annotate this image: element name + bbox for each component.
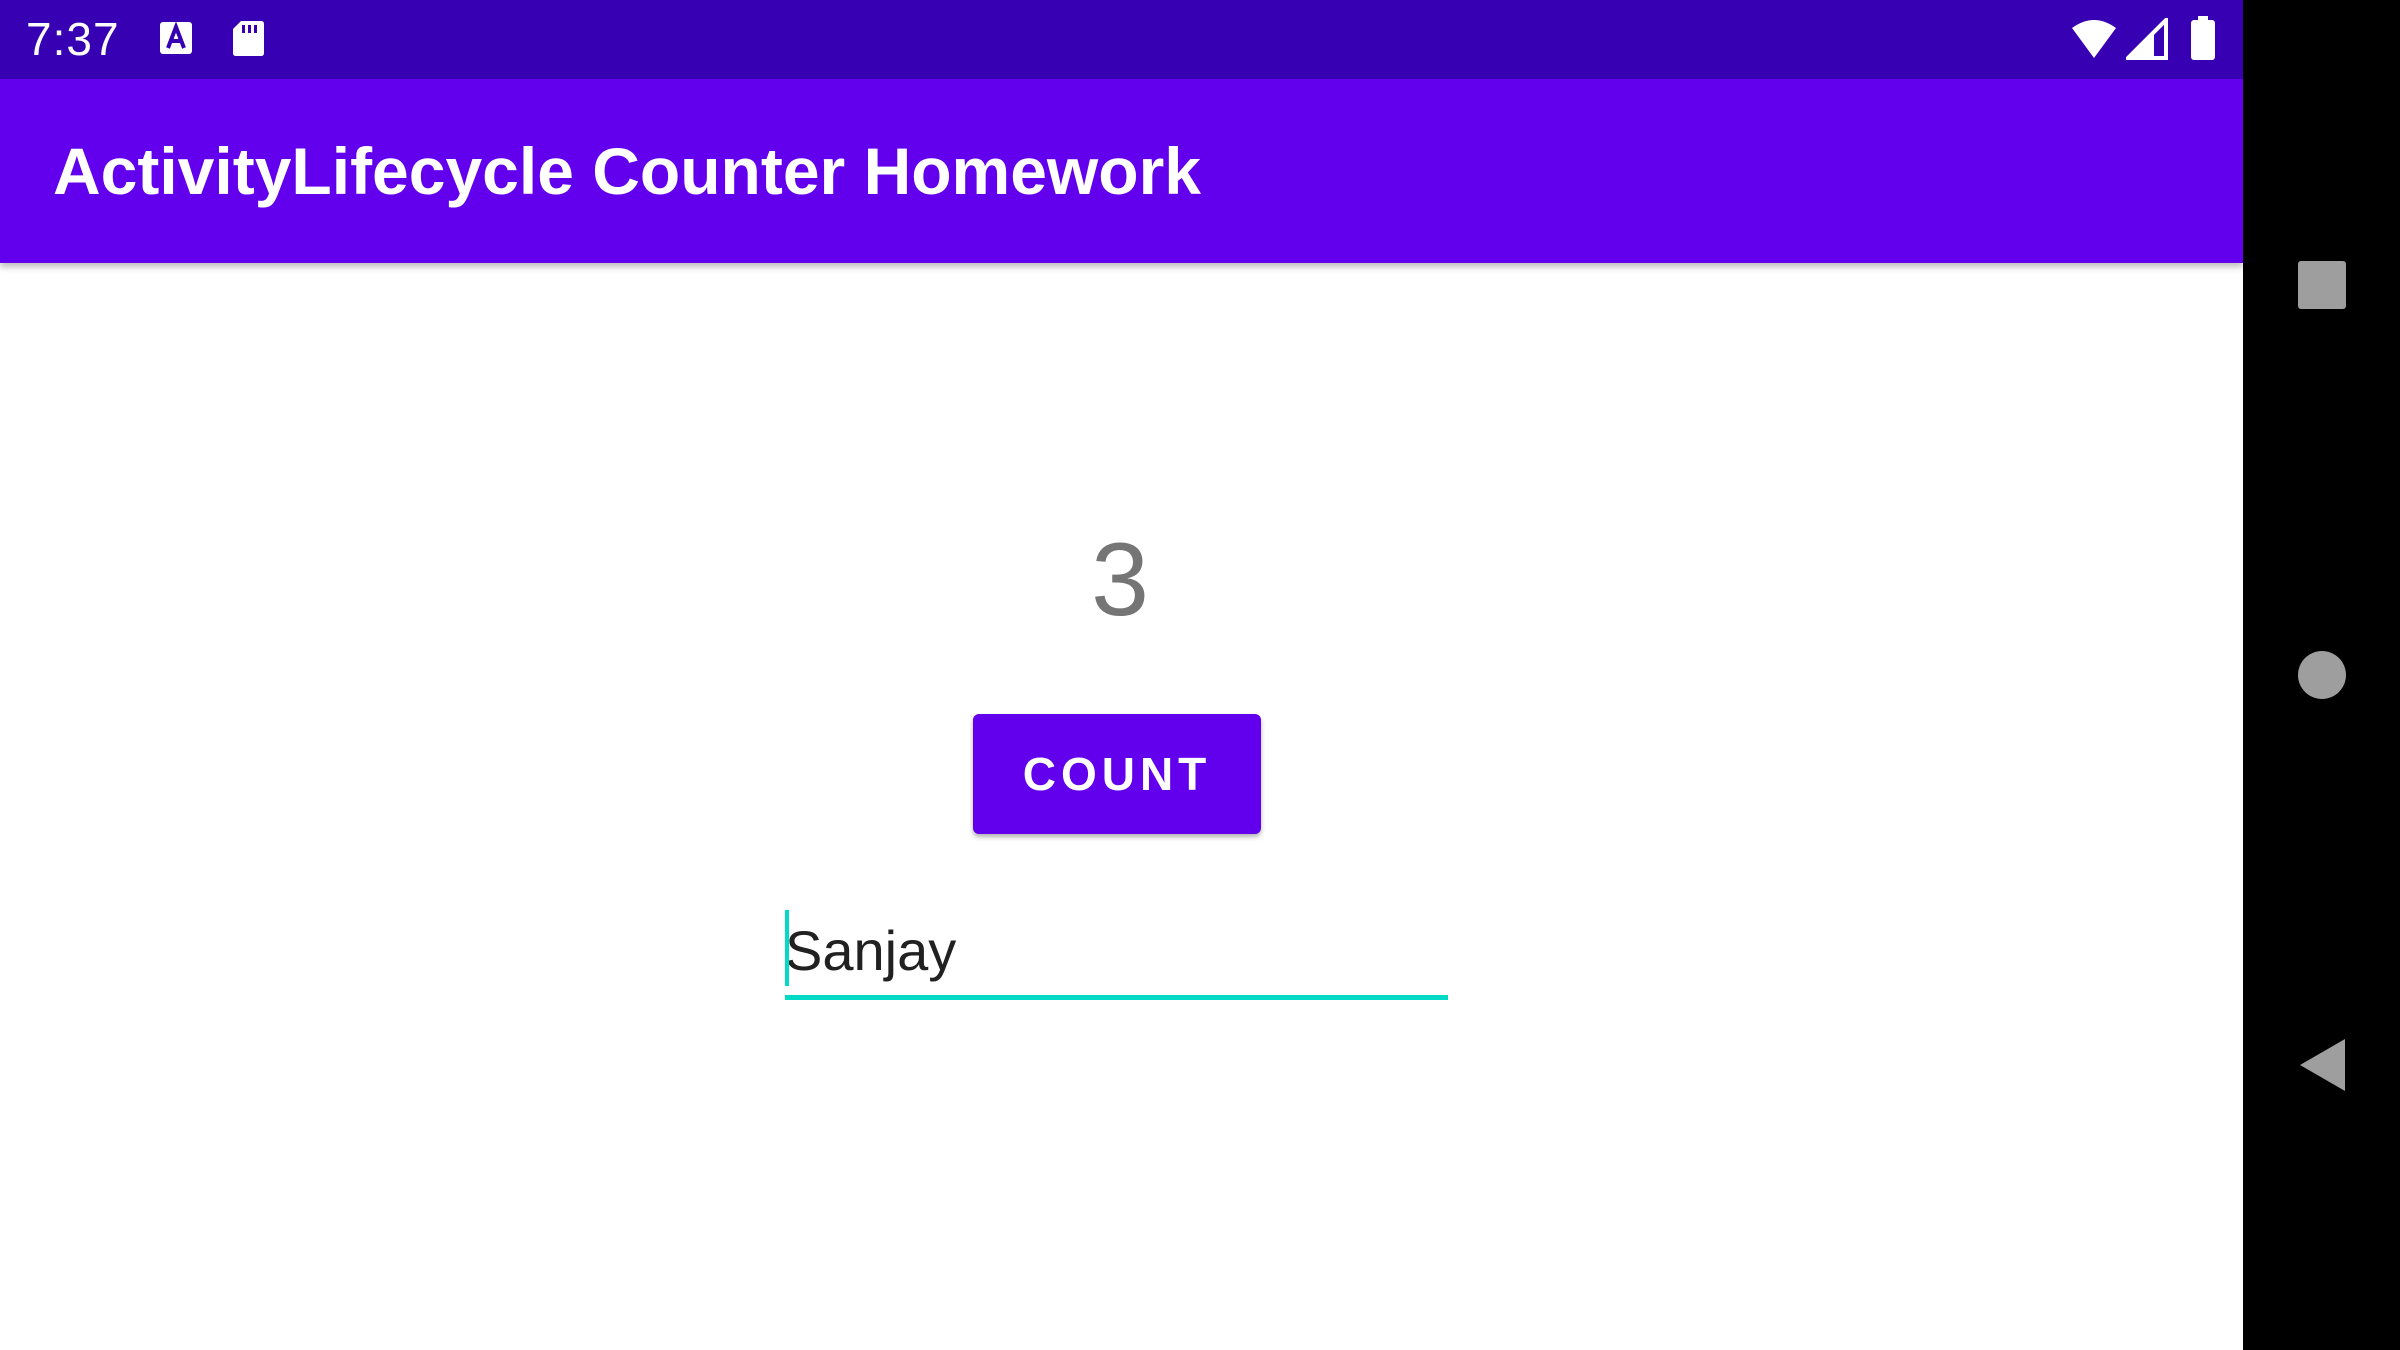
font-notification-icon [156,18,196,58]
recents-button[interactable] [2243,225,2400,345]
app-title: ActivityLifecycle Counter Homework [53,134,1201,208]
recents-icon [2297,261,2346,309]
name-input[interactable]: Sanjay [785,902,1448,1000]
count-button[interactable]: COUNT [973,714,1261,834]
navigation-bar [2243,0,2400,1350]
back-icon [2299,1039,2345,1091]
name-input-value[interactable]: Sanjay [785,916,956,986]
back-button[interactable] [2243,1005,2400,1125]
home-icon [2297,651,2346,699]
cell-signal-icon [2126,18,2168,60]
count-display: 3 [1091,522,1149,638]
app-bar: ActivityLifecycle Counter Homework [0,79,2243,263]
input-underline [785,995,1448,1000]
home-button[interactable] [2243,615,2400,735]
status-bar: 7:37 [0,0,2243,79]
battery-icon [2190,16,2216,60]
text-cursor [785,910,789,986]
sd-card-icon [228,18,268,58]
status-time: 7:37 [26,13,120,65]
app-screen: 7:37 ActivityLifecycle Counter Homework … [0,0,2243,1350]
wifi-icon [2071,18,2117,60]
